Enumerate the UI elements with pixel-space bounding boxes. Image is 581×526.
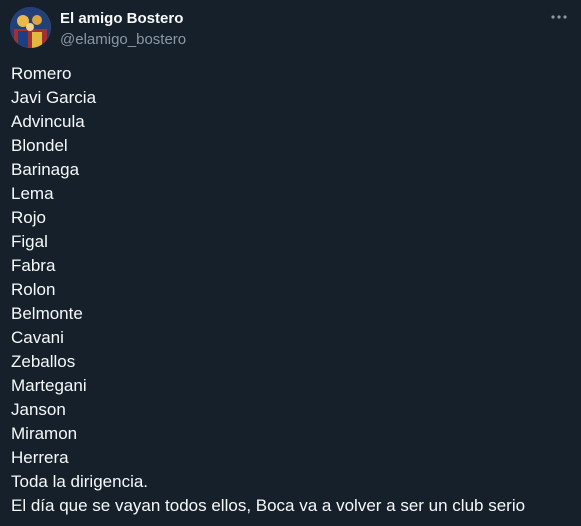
avatar[interactable] xyxy=(10,7,51,48)
tweet-line: Herrera xyxy=(11,448,69,467)
tweet-line: Martegani xyxy=(11,376,87,395)
tweet-text: Romero Javi Garcia Advincula Blondel Bar… xyxy=(11,62,571,518)
tweet-line: Advincula xyxy=(11,112,85,131)
author-display-name[interactable]: El amigo Bostero xyxy=(60,9,186,28)
tweet-line: Rolon xyxy=(11,280,56,299)
more-options-button[interactable] xyxy=(549,9,569,25)
tweet-line: Javi Garcia xyxy=(11,88,97,107)
tweet-line: Figal xyxy=(11,232,48,251)
tweet-line: El día que se vayan todos ellos, Boca va… xyxy=(11,496,526,515)
tweet-line: Cavani xyxy=(11,328,64,347)
more-horizontal-icon xyxy=(551,15,567,19)
tweet-line: Miramon xyxy=(11,424,78,443)
tweet-line: Fabra xyxy=(11,256,56,275)
tweet: El amigo Bostero @elamigo_bostero Romero… xyxy=(0,0,581,526)
tweet-line: Barinaga xyxy=(11,160,80,179)
tweet-line: Rojo xyxy=(11,208,46,227)
tweet-line: Zeballos xyxy=(11,352,76,371)
tweet-line: Janson xyxy=(11,400,66,419)
tweet-line: Blondel xyxy=(11,136,68,155)
tweet-line: Romero xyxy=(11,64,72,83)
tweet-header: El amigo Bostero @elamigo_bostero xyxy=(10,7,571,51)
tweet-line: Belmonte xyxy=(11,304,83,323)
tweet-line: Toda la dirigencia. xyxy=(11,472,149,491)
author-handle[interactable]: @elamigo_bostero xyxy=(60,30,186,49)
author-names: El amigo Bostero @elamigo_bostero xyxy=(60,7,186,49)
tweet-line: Lema xyxy=(11,184,54,203)
avatar-image xyxy=(10,7,51,48)
